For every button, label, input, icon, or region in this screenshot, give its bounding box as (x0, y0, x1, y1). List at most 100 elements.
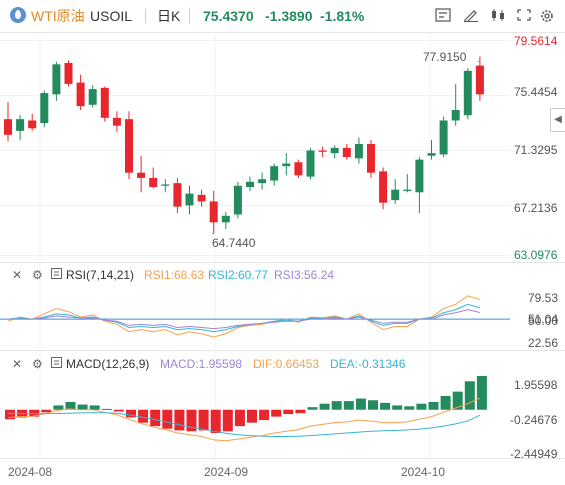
macd-bar (368, 400, 378, 410)
candle-body (149, 177, 158, 188)
macd-bar (283, 409, 294, 415)
candle-body (64, 63, 73, 84)
candle-body (197, 194, 206, 202)
macd-bar (440, 395, 451, 410)
candle-body (28, 120, 37, 129)
candle-body (185, 193, 194, 206)
candle-body (221, 215, 230, 223)
candle-body (379, 171, 388, 203)
low-annotation: 64.7440 (212, 236, 256, 250)
macd-bar (392, 405, 403, 410)
dif-value: DIF:0.66453 (253, 357, 320, 371)
candle-body (354, 143, 363, 159)
collapse-panel-button[interactable]: ◀ (550, 108, 565, 132)
candle-body (391, 189, 400, 201)
macd-bar (343, 401, 354, 410)
macd-bar (476, 376, 487, 410)
macd-bar (174, 409, 185, 431)
candle-body (100, 87, 109, 118)
candle-body (40, 93, 49, 124)
macd-value: MACD:1.95598 (160, 357, 243, 371)
macd-bar (355, 398, 366, 410)
close-indicator-icon[interactable]: ✕ (12, 357, 22, 371)
macd-axis-label: -2.44949 (510, 447, 558, 461)
macd-bar (307, 407, 318, 410)
rsi-axis-label: 22.56 (528, 336, 559, 350)
macd-series (5, 376, 487, 442)
price-axis-label: 75.4454 (514, 85, 558, 99)
macd-bar (53, 405, 64, 410)
macd-bar (113, 409, 124, 412)
rsi3-value: RSI3:56.24 (274, 268, 335, 282)
macd-bar (234, 409, 245, 427)
macd-bar (198, 409, 209, 431)
rsi-series (0, 295, 510, 338)
indicator-params-icon[interactable] (51, 357, 62, 371)
indicator-gear-icon[interactable]: ⚙ (32, 268, 43, 282)
candle-body (463, 70, 472, 116)
candle-body (306, 150, 315, 177)
macd-bar (331, 401, 342, 410)
rsi-label: RSI(7,14,21) (66, 268, 135, 282)
indicator-gear-icon[interactable]: ⚙ (32, 357, 43, 371)
candle-body (403, 189, 412, 191)
macd-bar (295, 409, 306, 414)
macd-bar (404, 406, 415, 410)
macd-bar (138, 409, 149, 423)
macd-bar (222, 409, 233, 432)
kline-chart[interactable] (0, 0, 565, 485)
candle-body (4, 119, 12, 135)
candle-body (233, 185, 242, 215)
macd-axis-label: 1.95598 (514, 378, 558, 392)
price-axis-label: 67.2136 (514, 201, 558, 215)
candle-body (125, 119, 133, 173)
candle-body (161, 184, 170, 186)
candle-body (88, 89, 97, 105)
candle-body (342, 147, 351, 158)
macd-label: MACD(12,26,9) (66, 357, 150, 371)
macd-bar (101, 408, 112, 410)
candle-body (173, 183, 182, 207)
candle-body (367, 143, 375, 173)
candle-body (451, 110, 460, 121)
macd-axis-label: -0.24676 (510, 413, 558, 427)
price-axis-label: 71.3295 (514, 143, 558, 157)
candle-body (112, 117, 121, 126)
macd-bar (416, 403, 427, 410)
candle-body (209, 201, 218, 223)
macd-bar (319, 403, 330, 410)
macd-bar (210, 409, 221, 434)
rsi1-value: RSI1:68.63 (144, 268, 205, 282)
candlestick-series (4, 56, 484, 235)
candle-body (16, 119, 25, 131)
macd-bar (380, 402, 391, 410)
macd-bar (247, 409, 257, 423)
dea-value: DEA:-0.31346 (330, 357, 406, 371)
price-axis-label: 79.5614 (514, 34, 558, 48)
macd-bar (89, 405, 100, 410)
candle-body (439, 120, 448, 155)
candle-body (318, 150, 327, 152)
x-axis-label: 2024-10 (401, 465, 446, 479)
macd-bar (259, 409, 270, 421)
rsi2-value: RSI2:60.77 (208, 268, 269, 282)
indicator-params-icon[interactable] (51, 268, 62, 282)
candle-body (475, 65, 484, 95)
price-axis-label: 63.0976 (514, 248, 558, 262)
macd-bar (162, 409, 173, 429)
candle-body (294, 162, 303, 176)
candle-body (52, 64, 61, 95)
rsi1-line (7, 295, 481, 338)
candle-body (427, 153, 436, 156)
macd-bar (41, 409, 52, 413)
macd-bar (428, 401, 439, 410)
candle-body (137, 172, 146, 178)
candle-body (76, 82, 85, 107)
high-annotation: 77.9150 (423, 50, 467, 64)
close-indicator-icon[interactable]: ✕ (12, 268, 22, 282)
macd-bar (150, 409, 161, 427)
candle-body (330, 147, 339, 154)
chevron-left-icon: ◀ (554, 114, 562, 125)
rsi-axis-label: 79.53 (528, 291, 559, 305)
candle-body (270, 166, 279, 181)
